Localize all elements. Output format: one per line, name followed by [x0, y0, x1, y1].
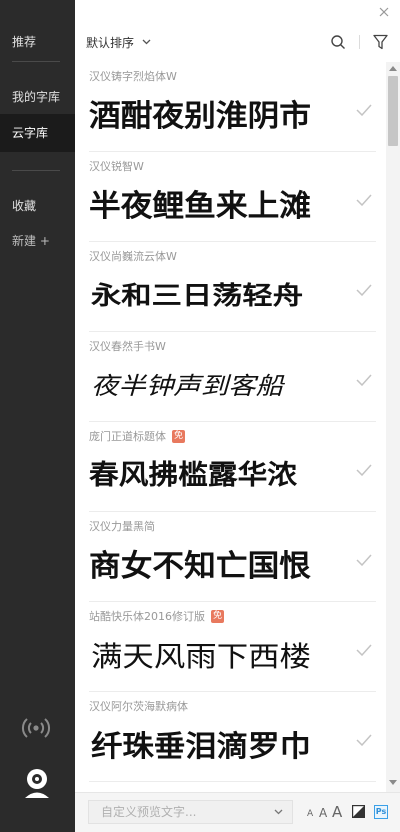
check-icon[interactable] — [356, 284, 372, 296]
check-icon[interactable] — [356, 734, 372, 746]
font-preview: 满天风雨下西楼 — [91, 640, 311, 673]
font-preview-text: 满天风雨下西楼 — [91, 640, 311, 673]
scrollbar-thumb[interactable] — [388, 76, 398, 146]
sidebar-item-cloud-fonts[interactable]: 云字库 — [0, 114, 75, 152]
font-name: 汉仪铸字烈焰体W — [89, 70, 177, 83]
font-size-medium-button[interactable]: A — [319, 806, 327, 820]
check-icon[interactable] — [356, 374, 372, 386]
font-preview-text: 半夜鲤鱼来上滩 — [89, 189, 311, 224]
font-preview-text: 春风拂槛露华浓 — [89, 459, 298, 491]
close-icon[interactable] — [378, 6, 390, 18]
check-icon[interactable] — [356, 104, 372, 116]
broadcast-icon[interactable] — [21, 716, 51, 740]
sidebar-item-favorites[interactable]: 收藏 — [0, 187, 75, 225]
sort-label: 默认排序 — [86, 35, 135, 50]
font-preview: 半夜鲤鱼来上滩 — [89, 189, 311, 224]
font-name: 汉仪阿尔茨海默病体 — [89, 700, 188, 713]
font-size-small-button[interactable]: A — [307, 809, 313, 819]
sort-dropdown[interactable]: 默认排序 — [86, 33, 151, 51]
top-bar — [75, 0, 400, 62]
font-preview: 春风拂槛露华浓 — [89, 459, 298, 491]
font-preview: 永和三日荡轻舟 — [91, 281, 303, 310]
contrast-toggle-icon[interactable] — [352, 805, 365, 818]
font-name: 庞门正道标题体 免 — [89, 429, 185, 443]
font-preview: 酒酣夜别淮阴市 — [89, 99, 311, 134]
filter-icon[interactable] — [373, 34, 388, 50]
font-preview: 夜半钟声到客船 — [91, 372, 285, 400]
font-list-item[interactable]: 汉仪阿尔茨海默病体 纤珠垂泪滴罗巾 — [75, 692, 386, 782]
photoshop-button[interactable]: Ps — [374, 805, 388, 819]
scroll-up-icon[interactable] — [389, 66, 397, 71]
avatar-icon[interactable] — [22, 767, 52, 801]
sidebar-divider — [12, 61, 60, 62]
font-preview: 商女不知亡国恨 — [89, 549, 311, 584]
free-badge: 免 — [211, 609, 224, 623]
check-icon[interactable] — [356, 644, 372, 656]
chevron-down-icon — [142, 39, 151, 45]
toolbar-divider — [359, 35, 360, 49]
sidebar: 推荐 我的字库 云字库 收藏 新建 + — [0, 0, 75, 832]
search-icon[interactable] — [330, 34, 346, 50]
font-preview-text: 酒酣夜别淮阴市 — [89, 99, 311, 134]
scrollbar-track[interactable] — [386, 62, 400, 792]
scroll-down-icon[interactable] — [389, 780, 397, 785]
font-preview: 纤珠垂泪滴罗巾 — [91, 729, 311, 763]
item-divider — [89, 781, 376, 782]
font-preview-text: 纤珠垂泪滴罗巾 — [91, 729, 311, 763]
font-list-item[interactable]: 站酷快乐体2016修订版 免 满天风雨下西楼 — [75, 602, 386, 692]
preview-text-input[interactable] — [88, 800, 293, 824]
font-list-item[interactable]: 汉仪尚巍流云体W 永和三日荡轻舟 — [75, 242, 386, 332]
font-size-large-button[interactable]: A — [332, 803, 342, 821]
sidebar-item-new[interactable]: 新建 + — [0, 222, 75, 260]
font-list-item[interactable]: 汉仪铸字烈焰体W 酒酣夜别淮阴市 — [75, 62, 386, 152]
font-list-item[interactable]: 汉仪春然手书W 夜半钟声到客船 — [75, 332, 386, 422]
font-name: 站酷快乐体2016修订版 免 — [89, 609, 224, 623]
check-icon[interactable] — [356, 194, 372, 206]
chevron-down-icon[interactable] — [274, 809, 283, 815]
font-preview-text: 商女不知亡国恨 — [89, 549, 311, 584]
font-list: 汉仪铸字烈焰体W 酒酣夜别淮阴市 汉仪锐智W 半夜鲤鱼来上滩 汉仪尚巍流云体W … — [75, 62, 386, 792]
free-badge: 免 — [172, 429, 185, 443]
sidebar-item-recommend[interactable]: 推荐 — [0, 23, 75, 61]
font-name: 汉仪锐智W — [89, 160, 144, 173]
font-list-item[interactable]: 汉仪力量黑简 商女不知亡国恨 — [75, 512, 386, 602]
font-name: 汉仪春然手书W — [89, 340, 166, 353]
check-icon[interactable] — [356, 464, 372, 476]
check-icon[interactable] — [356, 554, 372, 566]
font-preview-text: 夜半钟声到客船 — [91, 372, 285, 400]
font-list-item[interactable]: 庞门正道标题体 免 春风拂槛露华浓 — [75, 422, 386, 512]
font-name: 汉仪力量黑简 — [89, 520, 155, 533]
sidebar-item-my-fonts[interactable]: 我的字库 — [0, 78, 75, 116]
font-list-item[interactable]: 汉仪锐智W 半夜鲤鱼来上滩 — [75, 152, 386, 242]
font-preview-text: 永和三日荡轻舟 — [91, 281, 303, 310]
font-name: 汉仪尚巍流云体W — [89, 250, 177, 263]
sidebar-divider — [12, 170, 60, 171]
